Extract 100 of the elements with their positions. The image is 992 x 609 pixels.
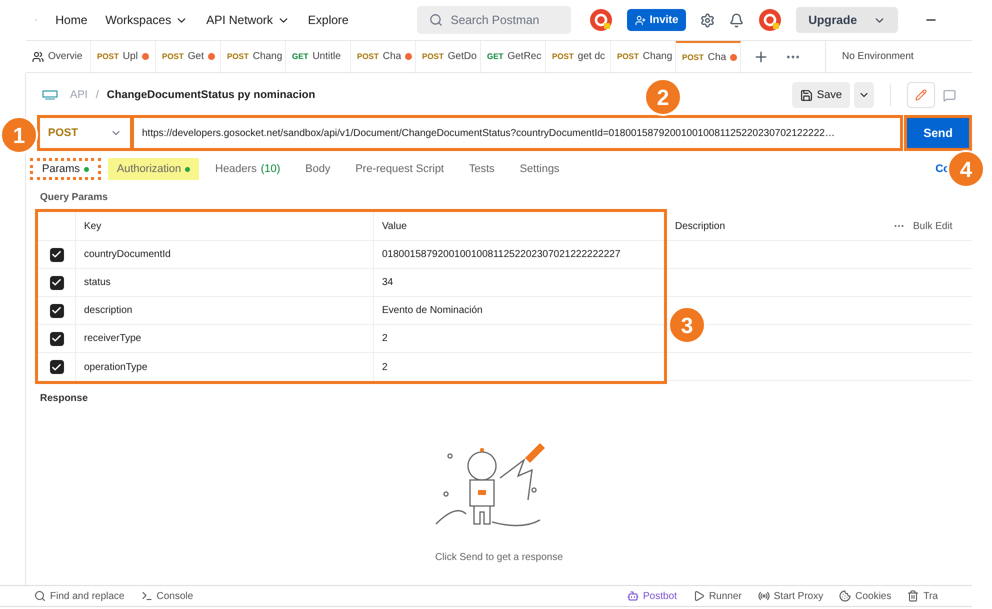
method-label: POST [162,50,184,62]
method-label: POST [97,50,119,62]
invite-button[interactable]: Invite [626,9,686,31]
status-bar-item[interactable]: Postbot [627,588,677,604]
nav-menu-item[interactable]: Explore [308,11,349,29]
request-tab[interactable]: GET Untitle [286,41,351,72]
column-header: Key [76,212,374,240]
status-bar-item[interactable]: Cookies [839,588,892,604]
method-label: POST [617,50,639,62]
table-cell[interactable]: status [76,269,374,296]
table-cell[interactable]: 2 [374,325,664,352]
status-bar-item[interactable]: Start Proxy [758,588,824,604]
bulk-edit-link[interactable]: Bulk Edit [913,218,952,234]
checkbox[interactable] [50,360,64,374]
search-icon [428,13,443,27]
method-label: POST [552,50,574,62]
avatar-icon[interactable] [758,8,782,32]
callout-badge: 4 [947,150,985,188]
bell-icon[interactable] [729,12,744,28]
tab-title: Chang [642,50,672,64]
checkbox[interactable] [50,248,64,262]
table-cell[interactable]: countryDocumentId [76,241,374,268]
table-cell[interactable]: receiverType [76,325,374,352]
table-cell[interactable]: 0180015879200100100811252202307021222222227 [374,241,664,268]
method-label: POST [422,50,444,62]
request-tab[interactable]: POST Upl [91,41,156,72]
request-section-tab[interactable]: Params [30,158,101,180]
table-cell[interactable]: description [76,297,374,324]
terminal-icon[interactable] [140,590,152,602]
method-label: GET [487,50,504,62]
callout-badge: 2 [644,78,682,116]
tab-title: get dc [578,50,606,64]
request-section-tab[interactable]: Tests [460,158,504,180]
upgrade-button[interactable]: Upgrade [796,7,898,33]
check-icon [51,277,62,288]
url-field[interactable]: https://developers.gosocket.net/sandbox/api/v1/Document/ChangeDocumentStatus?countryDocumentId=018001587920010010081125220230702122222… [134,118,900,148]
table-cell[interactable]: 34 [374,269,664,296]
overview-icon [32,50,44,62]
request-section-tab[interactable]: Settings [510,158,568,180]
request-tab[interactable]: POST Cha [351,41,416,72]
checkbox[interactable] [50,332,64,346]
tab-title: GetDo [448,50,477,64]
method-label: POST [682,52,704,64]
empty-state-message: Click Send to get a response [435,551,563,565]
check-icon [51,362,62,372]
checkbox[interactable] [50,276,64,290]
method-label: POST [357,50,379,62]
tab-title: Upl [122,50,138,64]
status-bar-item[interactable]: Find and replace [34,588,124,604]
method-label: POST [227,50,249,62]
request-tab[interactable]: POST Chang [221,41,286,72]
request-tab[interactable]: POST get dc [546,41,611,72]
status-bar-item[interactable]: Runner [692,588,742,604]
request-section-tab[interactable]: Authorization [108,158,200,180]
table-cell[interactable]: operationType [76,353,374,381]
tab-title: Untitle [312,50,341,64]
request-section-tab[interactable]: Body [296,158,340,180]
tab-title: GetRec [507,50,542,64]
send-button[interactable]: Send [907,118,969,148]
settings-icon[interactable] [700,12,716,28]
checkbox[interactable] [50,304,64,318]
edit-button[interactable] [907,82,935,108]
search-icon[interactable] [34,590,46,602]
tab-title: Cha [708,51,726,65]
request-tab[interactable]: POST Get [156,41,221,72]
request-tab[interactable]: POST GetDo [416,41,481,72]
cookie-icon[interactable] [839,590,852,602]
nav-menu-item[interactable]: API Network [206,11,290,29]
trash-icon[interactable] [907,590,920,602]
request-section-tab[interactable]: Pre-request Script [346,158,453,180]
request-tab[interactable]: Overvie [26,41,91,72]
tab-title: Cha [382,50,402,64]
table-cell[interactable]: Evento de Nominación [374,297,664,324]
save-button[interactable]: Save [792,82,850,108]
search-field[interactable]: Search Postman [416,6,571,34]
table-cell[interactable]: 2 [374,353,664,381]
avatar-icon[interactable] [588,8,613,32]
play-icon[interactable] [692,590,705,602]
method-label: GET [292,50,308,62]
breadcrumb-separator: / [96,88,99,103]
callout-badge: 1 [0,116,38,154]
request-section-tab[interactable]: Headers (10) [206,158,290,180]
method-select[interactable]: POST [40,118,130,148]
section-title: Response [39,392,89,406]
nav-menu-item[interactable]: Workspaces [105,11,188,29]
nav-menu-item[interactable]: Home [55,11,88,29]
comment-icon[interactable] [943,88,956,102]
http-icon [42,88,58,102]
tab-title: Overvie [48,50,82,64]
tab-title: Chang [252,50,282,64]
antenna-icon[interactable] [758,590,770,602]
status-bar-item[interactable]: Console [140,588,194,604]
environment-selector[interactable]: No Environment [825,41,972,72]
request-tab[interactable]: POST Cha [676,41,741,72]
check-icon [51,305,62,316]
column-header: Value [381,220,408,234]
bot-icon[interactable] [627,590,640,602]
add-tab-icon[interactable] [753,48,769,64]
status-bar-item[interactable]: Tra [907,588,938,604]
request-tab[interactable]: GET GetRec [481,41,546,72]
